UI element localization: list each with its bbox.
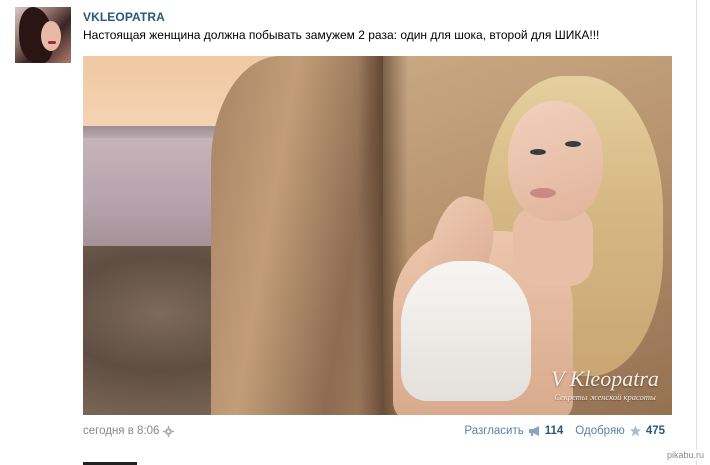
share-count: 114 xyxy=(544,425,564,437)
megaphone-icon xyxy=(528,425,542,437)
site-label: pikabu.ru xyxy=(664,450,706,460)
post-photo[interactable]: V Kleopatra Секреты женской красоты xyxy=(83,56,672,415)
post-text: Настоящая женщина должна побывать замуже… xyxy=(83,28,600,42)
avatar[interactable] xyxy=(15,7,71,63)
watermark: V Kleopatra Секреты женской красоты xyxy=(545,366,665,412)
like-label: Одобряю xyxy=(575,425,625,437)
author-link[interactable]: VKLEOPATRA xyxy=(83,10,165,24)
like-count: 475 xyxy=(645,425,665,437)
gear-icon[interactable] xyxy=(163,425,175,437)
post-actions: Разгласить 114 Одобряю 475 xyxy=(464,425,665,437)
watermark-title: V Kleopatra xyxy=(551,366,659,391)
star-icon xyxy=(629,425,643,437)
frame-border xyxy=(696,0,697,465)
share-label: Разгласить xyxy=(464,425,524,437)
post-meta: сегодня в 8:06 xyxy=(83,425,175,437)
like-button[interactable]: Одобряю 475 xyxy=(575,425,665,437)
watermark-subtitle: Секреты женской красоты xyxy=(554,392,656,402)
share-button[interactable]: Разгласить 114 xyxy=(464,425,563,437)
post-timestamp[interactable]: сегодня в 8:06 xyxy=(83,425,159,437)
